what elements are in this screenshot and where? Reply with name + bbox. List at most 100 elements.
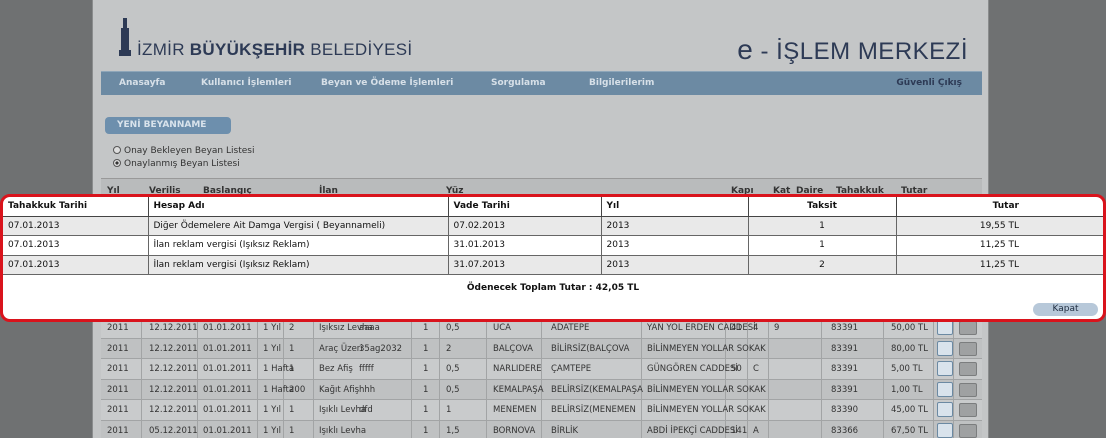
nav-item-inquiry[interactable]: Sorgulama: [491, 78, 546, 88]
table-cell: A: [753, 425, 759, 436]
print-icon[interactable]: [959, 341, 977, 356]
new-declaration-button[interactable]: YENİ BEYANNAME: [105, 117, 231, 134]
table-cell: 1: [423, 425, 429, 436]
nav-item-home[interactable]: Anasayfa: [119, 78, 165, 88]
table-cell: ÇAMTEPE: [551, 364, 592, 374]
table-cell: hhh: [359, 384, 376, 395]
cell-accrual-date: 07.01.2013: [3, 216, 149, 236]
table-cell: NARLIDERE: [493, 364, 542, 374]
table-cell: BİRLİK: [551, 425, 579, 436]
table-cell: BİLİNMEYEN YOLLAR SOKAK: [647, 343, 766, 354]
table-cell: 1 Yıl: [263, 425, 282, 436]
cell-account-name: Diğer Ödemelere Ait Damga Vergisi ( Beya…: [148, 216, 449, 236]
table-cell: 0,5: [446, 364, 460, 374]
cell-installment: 1: [748, 216, 897, 236]
cell-amount: 11,25 TL: [896, 255, 1103, 275]
accrual-table: Tahakkuk Tarihi Hesap Adı Vade Tarihi Yı…: [3, 197, 1103, 301]
table-cell: 12.12.2011: [149, 343, 198, 354]
radio-pending-list[interactable]: Onay Bekleyen Beyan Listesi: [113, 146, 254, 156]
table-cell: 4: [753, 323, 759, 333]
table-cell: KEMALPAŞA: [493, 384, 544, 395]
table-cell: 01.01.2011: [203, 425, 252, 436]
table-cell: 2011: [107, 384, 129, 395]
table-cell: 1,00 TL: [891, 384, 923, 395]
main-navbar: Anasayfa Kullanıcı İşlemleri Beyan ve Öd…: [101, 71, 982, 95]
table-cell: 1: [289, 364, 295, 374]
table-cell: BİLİNMEYEN YOLLAR SOKAK: [647, 405, 766, 415]
table-cell: fffff: [359, 364, 374, 374]
table-cell: MENEMEN: [493, 405, 537, 415]
table-cell: 2011: [107, 425, 129, 436]
th-accrual-date: Tahakkuk Tarihi: [3, 197, 149, 217]
table-cell: 1: [446, 405, 452, 415]
table-cell: BELİRSİZ(MENEMEN: [551, 405, 636, 415]
table-cell: 01.01.2011: [203, 323, 252, 333]
table-cell: 9: [774, 323, 780, 333]
declarations-table-body: 2011 12.12.2011 01.01.2011 1 Yıl 2 Işıksız Le…: [101, 318, 982, 438]
print-icon[interactable]: [959, 362, 977, 376]
table-row: 2011 05.12.2011 01.01.2011 1 Yıl 1 Işıklı Lev…: [101, 420, 982, 438]
table-cell: 2011: [107, 364, 129, 374]
view-details-icon[interactable]: [937, 361, 953, 376]
cell-year: 2013: [601, 255, 749, 275]
table-cell: 1 Yıl: [263, 405, 282, 415]
print-icon[interactable]: [959, 382, 977, 397]
accrual-row: 07.01.2013 Diğer Ödemelere Ait Damga Verg…: [3, 216, 1103, 236]
table-cell: ADATEPE: [551, 323, 590, 333]
table-cell: 0,5: [446, 384, 460, 395]
nav-item-my-info[interactable]: Bilgilerilerim: [589, 78, 654, 88]
cell-amount: 19,55 TL: [896, 216, 1103, 236]
print-icon[interactable]: [959, 403, 977, 417]
table-cell: Kağıt Afiş: [319, 384, 360, 395]
radio-unchecked-icon: [113, 146, 121, 154]
cell-due-date: 31.01.2013: [448, 235, 602, 256]
accrual-total-row: Ödenecek Toplam Tutar : 42,05 TL: [3, 275, 1103, 301]
table-cell: 12.12.2011: [149, 364, 198, 374]
table-cell: 01.01.2011: [203, 364, 252, 374]
e-islem-merkezi-title: e - İŞLEM MERKEZİ: [737, 34, 968, 65]
table-cell: 1: [289, 405, 295, 415]
cell-amount: 11,25 TL: [896, 235, 1103, 256]
table-cell: 01.01.2011: [203, 405, 252, 415]
table-cell: 83391: [831, 343, 859, 354]
nav-item-user-operations[interactable]: Kullanıcı İşlemleri: [201, 78, 292, 88]
accrual-table-header: Tahakkuk Tarihi Hesap Adı Vade Tarihi Yı…: [3, 197, 1103, 217]
print-icon[interactable]: [959, 321, 977, 335]
cell-year: 2013: [601, 216, 749, 236]
table-cell: 2011: [107, 343, 129, 354]
table-cell: 1: [289, 425, 295, 436]
table-cell: 83391: [831, 364, 859, 374]
logout-link[interactable]: Güvenli Çıkış: [896, 78, 962, 88]
table-cell: BİLİNMEYEN YOLLAR SOKAK: [647, 384, 766, 395]
nav-item-declarations-payments[interactable]: Beyan ve Ödeme İşlemleri: [321, 78, 453, 88]
table-cell: UCA: [493, 323, 511, 333]
table-cell: 01.01.2011: [203, 384, 252, 395]
table-cell: 1: [423, 384, 429, 395]
table-cell: 1 Yıl: [263, 323, 282, 333]
close-button[interactable]: Kapat: [1033, 303, 1098, 316]
view-details-icon[interactable]: [937, 381, 953, 397]
view-details-icon[interactable]: [937, 320, 953, 335]
table-cell: 2011: [107, 323, 129, 333]
th-installment: Taksit: [748, 197, 897, 217]
table-cell: ABDİ İPEKÇİ CADDESİ: [647, 425, 738, 436]
table-cell: 1,5: [446, 425, 460, 436]
table-cell: C: [753, 364, 759, 374]
th-due-date: Vade Tarihi: [448, 197, 602, 217]
accrual-row: 07.01.2013 İlan reklam vergisi (Işıksız R…: [3, 255, 1103, 275]
view-details-icon[interactable]: [937, 422, 953, 438]
table-cell: 45,00 TL: [891, 405, 928, 415]
cell-installment: 1: [748, 235, 897, 256]
radio-approved-list[interactable]: Onaylanmış Beyan Listesi: [113, 159, 240, 169]
clock-tower-logo-icon: [119, 18, 131, 58]
accrual-table-body: 07.01.2013 Diğer Ödemelere Ait Damga Verg…: [3, 216, 1103, 275]
print-icon[interactable]: [959, 423, 977, 438]
table-cell: aaaa: [359, 323, 380, 333]
th-account-name: Hesap Adı: [148, 197, 449, 217]
view-details-icon[interactable]: [937, 402, 953, 417]
view-details-icon[interactable]: [937, 340, 953, 356]
th-amount: Tutar: [896, 197, 1103, 217]
municipality-logo-text: İZMİR BÜYÜKŞEHİR BELEDİYESİ: [137, 40, 413, 59]
table-cell: BALÇOVA: [493, 343, 533, 354]
table-cell: 41: [731, 323, 742, 333]
